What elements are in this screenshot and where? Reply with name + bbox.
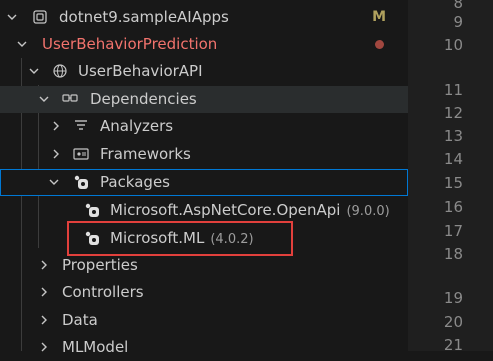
line-number-gutter: 8 9 10 11 12 13 14 15 16 17 18 19 20 21 [408, 0, 493, 354]
chevron-down-icon [39, 96, 49, 102]
line-number: 16 [443, 198, 463, 216]
dependencies-icon [62, 94, 78, 102]
tree-item-package-openapi[interactable]: Microsoft.AspNetCore.OpenApi (9.0.0) [0, 197, 408, 224]
analyzer-icon [75, 120, 87, 130]
line-number: 21 [443, 336, 463, 354]
line-number: 10 [443, 36, 463, 54]
chevron-down-icon [7, 14, 17, 20]
explorer-panel: dotnet9.sampleAIApps M UserBehaviorPredi… [0, 0, 408, 356]
tree-item-frameworks[interactable]: Frameworks [0, 141, 408, 168]
chevron-right-icon [41, 342, 47, 352]
tree-item-userbehaviorapi[interactable]: UserBehaviorAPI [0, 58, 408, 85]
chevron-right-icon [53, 149, 59, 159]
nuget-icon [85, 203, 99, 217]
line-number: 9 [453, 13, 463, 31]
error-dot [375, 40, 384, 49]
nuget-icon [74, 175, 88, 189]
controllers-label: Controllers [62, 283, 144, 301]
line-number: 18 [443, 245, 463, 263]
tree-item-analyzers[interactable]: Analyzers [0, 113, 408, 140]
properties-label: Properties [62, 256, 138, 274]
line-number: 8 [453, 0, 463, 12]
tree-item-root[interactable]: dotnet9.sampleAIApps M [0, 4, 408, 31]
chevron-down-icon [29, 68, 39, 74]
repository-icon [33, 10, 47, 24]
package-version: (9.0.0) [346, 204, 390, 219]
data-label: Data [62, 311, 98, 329]
mlmodel-label: MLModel [62, 338, 129, 356]
highlight-box [67, 221, 293, 256]
web-project-icon [53, 64, 67, 78]
line-number: 11 [443, 81, 463, 99]
tree-item-controllers[interactable]: Controllers [0, 279, 408, 306]
line-number: 15 [443, 174, 463, 192]
line-number: 13 [443, 127, 463, 145]
tree-item-properties[interactable]: Properties [0, 252, 408, 279]
chevron-down-icon [49, 179, 59, 185]
line-number: 20 [443, 313, 463, 331]
dependencies-label: Dependencies [90, 90, 197, 108]
chevron-right-icon [53, 121, 59, 131]
analyzers-label: Analyzers [100, 117, 174, 135]
frameworks-label: Frameworks [100, 145, 191, 163]
modified-badge: M [372, 9, 386, 25]
chevron-right-icon [41, 315, 47, 325]
line-number: 17 [443, 222, 463, 240]
project-folder-label: UserBehaviorPrediction [42, 35, 218, 53]
chevron-right-icon [41, 287, 47, 297]
tree-item-data[interactable]: Data [0, 307, 408, 334]
project-label: UserBehaviorAPI [78, 62, 203, 80]
root-label: dotnet9.sampleAIApps [59, 8, 229, 26]
packages-label: Packages [100, 173, 170, 191]
line-number: 12 [443, 104, 463, 122]
chevron-right-icon [41, 260, 47, 270]
tree-item-userbehaviorprediction[interactable]: UserBehaviorPrediction [0, 31, 408, 58]
tree-item-packages[interactable]: Packages [0, 169, 408, 196]
chevron-down-icon [17, 41, 27, 47]
tree-item-dependencies[interactable]: Dependencies [0, 86, 408, 113]
line-number: 19 [443, 289, 463, 307]
framework-icon [73, 148, 89, 160]
line-number: 14 [443, 150, 463, 168]
tree-item-mlmodel[interactable]: MLModel [0, 334, 408, 361]
package-openapi-label: Microsoft.AspNetCore.OpenApi (9.0.0) [110, 201, 390, 219]
